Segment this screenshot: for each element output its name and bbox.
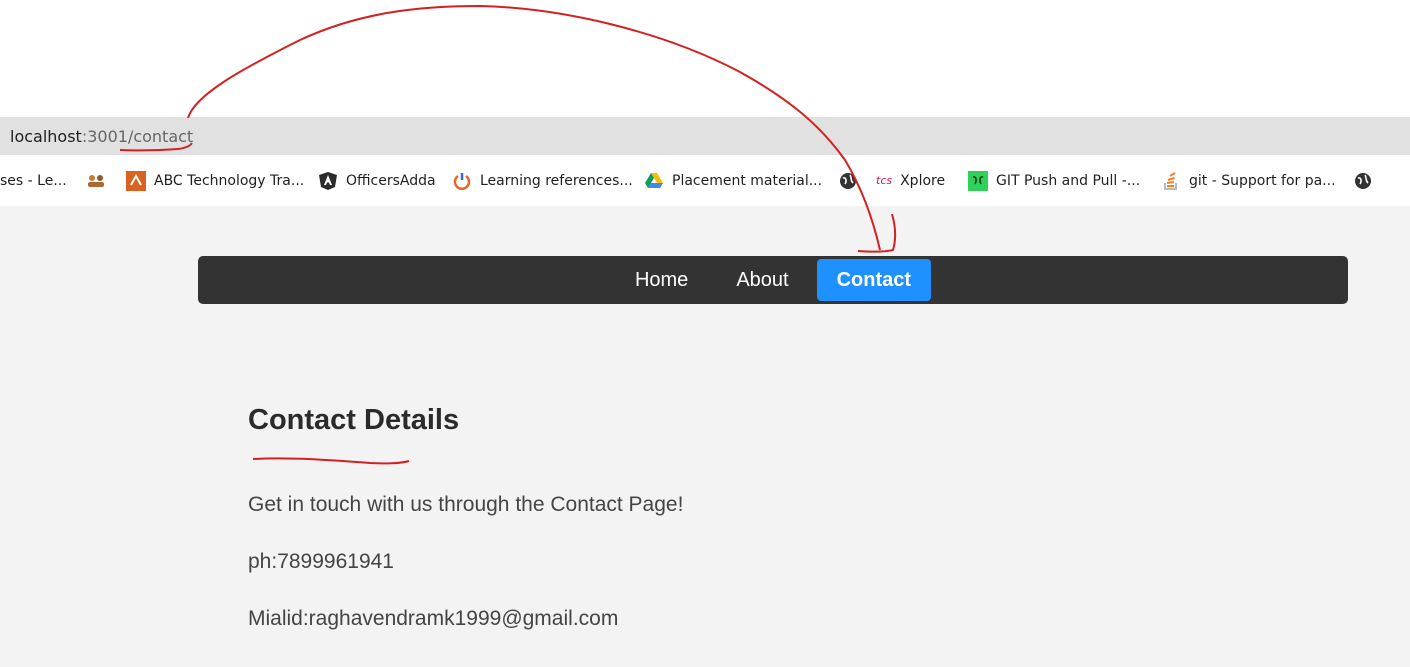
bookmark-users[interactable] <box>86 155 114 206</box>
tcs-logo-icon: tcs <box>876 174 893 187</box>
bookmark-label: OfficersAdda <box>346 172 436 189</box>
bookmark-placement-material[interactable]: Placement material... <box>644 155 822 206</box>
globe-icon <box>838 171 858 191</box>
bookmark-globe[interactable] <box>838 155 866 206</box>
geeks-icon <box>968 170 988 191</box>
bookmark-git-push-pull[interactable]: GIT Push and Pull -... <box>968 155 1140 206</box>
power-icon <box>452 171 472 191</box>
bookmark-abc-technology[interactable]: ABC Technology Tra... <box>126 155 304 206</box>
bookmark-partial[interactable]: ses - Le... <box>0 155 67 206</box>
address-bar[interactable]: localhost:3001/contact <box>0 117 1410 155</box>
contact-email: Mialid:raghavendramk1999@gmail.com <box>248 607 619 630</box>
bookmark-label: ABC Technology Tra... <box>154 172 305 189</box>
users-icon <box>86 171 106 191</box>
page-content: Home About Contact Contact Details Get i… <box>0 206 1410 667</box>
bookmark-xplore[interactable]: tcs Xplore <box>876 155 945 206</box>
abc-logo-icon <box>126 170 146 191</box>
url-host: localhost <box>10 126 82 146</box>
contact-message: Get in touch with us through the Contact… <box>248 493 684 516</box>
google-drive-icon <box>644 171 664 191</box>
url-path: :3001/contact <box>81 126 194 146</box>
bookmark-officersadda[interactable]: OfficersAdda <box>318 155 436 206</box>
bookmarks-bar: ses - Le... ABC Technology Tra... Office… <box>0 155 1410 206</box>
screen-top-area <box>0 0 1410 117</box>
bookmark-label: Xplore <box>900 172 946 189</box>
bookmark-globe-2[interactable] <box>1353 155 1381 206</box>
bookmark-label: ses - Le... <box>0 172 67 189</box>
nav-contact-link[interactable]: Contact <box>816 259 932 301</box>
nav-home-link[interactable]: Home <box>615 259 708 301</box>
globe-icon <box>1353 171 1373 191</box>
bookmark-label: git - Support for pa... <box>1189 172 1336 189</box>
stackoverflow-icon <box>1161 171 1181 191</box>
bookmark-label: Placement material... <box>672 172 823 189</box>
contact-phone: ph:7899961941 <box>248 550 394 573</box>
bookmark-label: GIT Push and Pull -... <box>996 172 1141 189</box>
bookmark-git-support[interactable]: git - Support for pa... <box>1161 155 1336 206</box>
navbar: Home About Contact <box>198 256 1348 304</box>
bookmark-label: Learning references... <box>480 172 633 189</box>
url-text[interactable]: localhost:3001/contact <box>10 127 193 146</box>
nav-about-link[interactable]: About <box>716 259 808 301</box>
bookmark-learning-references[interactable]: Learning references... <box>452 155 633 206</box>
contact-heading: Contact Details <box>248 404 460 436</box>
angular-icon <box>318 171 338 191</box>
